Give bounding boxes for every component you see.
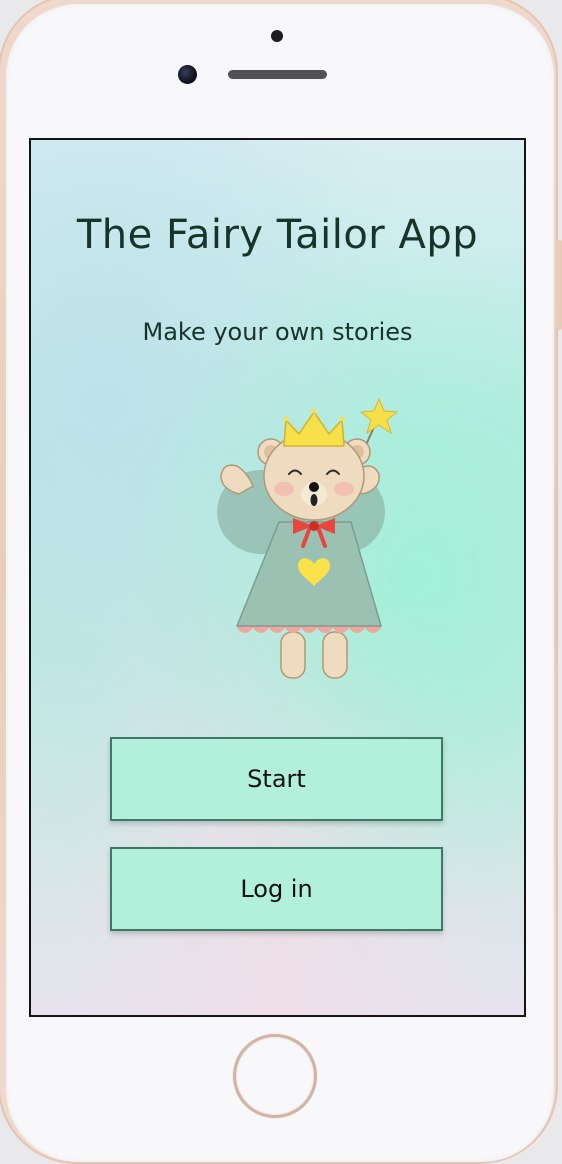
app-subtitle: Make your own stories <box>142 318 413 346</box>
proximity-sensor <box>271 30 283 42</box>
front-camera-icon <box>178 65 197 84</box>
earpiece-speaker <box>228 70 327 79</box>
login-button[interactable]: Log in <box>110 847 443 931</box>
side-button <box>556 240 562 330</box>
home-button[interactable] <box>233 1034 317 1118</box>
app-screen: The Fairy Tailor App Make your own stori… <box>29 138 526 1017</box>
fairy-bear-icon <box>217 397 399 679</box>
app-title: The Fairy Tailor App <box>76 212 479 258</box>
start-button[interactable]: Start <box>110 737 443 821</box>
phone-device: The Fairy Tailor App Make your own stori… <box>0 0 562 1164</box>
